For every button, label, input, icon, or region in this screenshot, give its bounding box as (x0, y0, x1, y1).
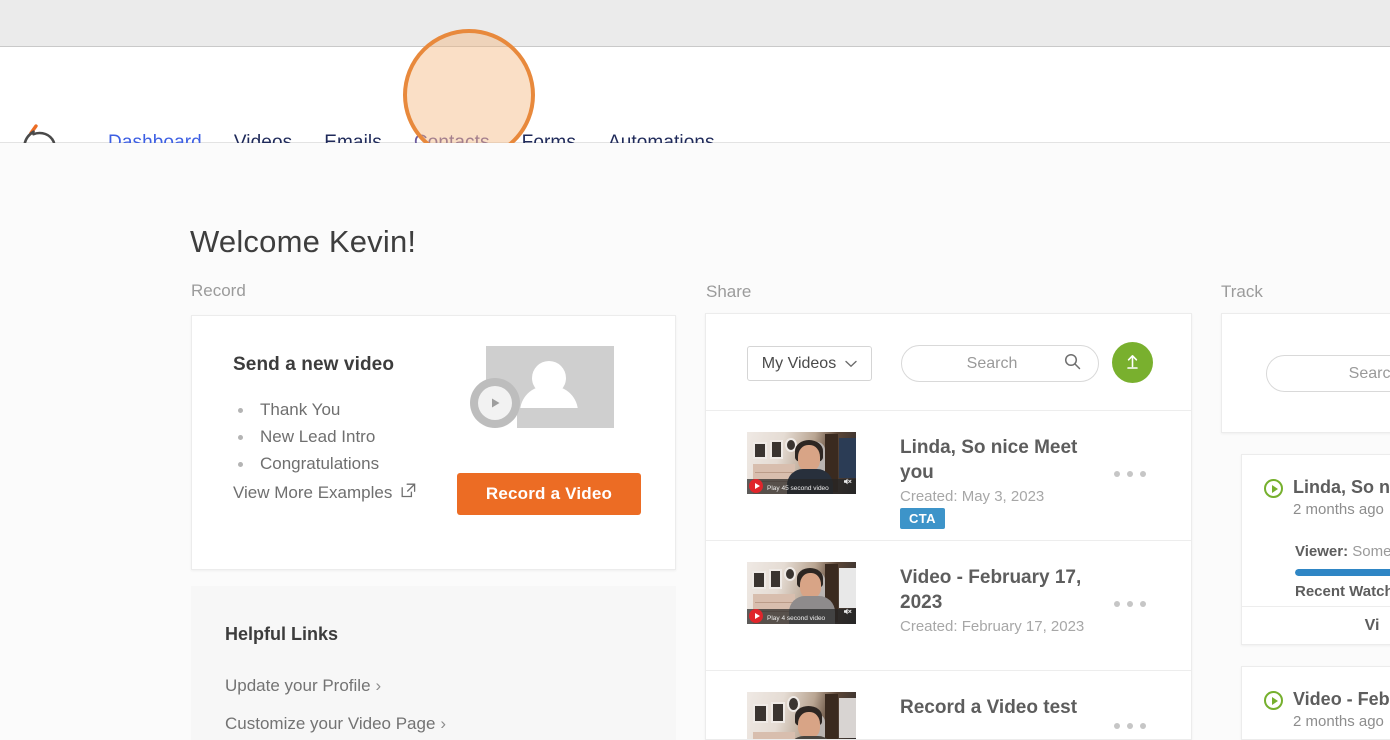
status-badge: CTA (900, 508, 945, 529)
share-toolbar: My Videos Search (706, 314, 1191, 411)
list-item: Thank You (233, 396, 394, 423)
upload-arrow-icon (1123, 352, 1142, 374)
chevron-right-icon: › (375, 676, 382, 695)
mute-icon (843, 603, 852, 621)
track-item[interactable]: Linda, So ni 2 months ago Viewer: Some R… (1241, 454, 1390, 645)
track-item-header: Linda, So ni 2 months ago (1264, 477, 1390, 518)
chevron-down-icon (845, 355, 857, 373)
send-a-new-video-title: Send a new video (233, 354, 395, 375)
record-column-label: Record (191, 281, 246, 300)
helpful-links-title: Helpful Links (225, 624, 339, 644)
view-more-examples-label: View More Examples (233, 483, 393, 502)
video-title[interactable]: Video - February 17, 2023 (900, 565, 1100, 615)
video-thumbnail-caption: Play 45 second video (767, 485, 829, 492)
track-search-input[interactable]: Search (1266, 355, 1390, 392)
helpful-link-customize-video-page[interactable]: Customize your Video Page › (225, 714, 446, 734)
helpful-link-update-profile[interactable]: Update your Profile › (225, 676, 381, 696)
helpful-link-label: Customize your Video Page (225, 714, 436, 733)
video-title[interactable]: Record a Video test (900, 695, 1100, 720)
video-thumbnail[interactable]: Play 45 second video (747, 432, 856, 494)
play-circle-icon[interactable] (1264, 479, 1283, 498)
search-icon (1064, 353, 1081, 375)
mute-icon (843, 473, 852, 491)
track-item[interactable]: Video - Feb 2 months ago (1241, 666, 1390, 740)
video-person-placeholder-icon (470, 346, 614, 428)
table-row[interactable]: Play 45 second video Linda, So nice Meet… (706, 411, 1191, 541)
track-item-viewer-name: Some (1352, 543, 1390, 560)
upload-video-button[interactable] (1112, 342, 1153, 383)
recent-watch-label: Recent Watch (1295, 583, 1390, 600)
record-card-text-block: Send a new video Thank You New Lead Intr… (233, 354, 394, 477)
record-a-video-button[interactable]: Record a Video (457, 473, 641, 515)
watch-progress-bar (1295, 569, 1390, 576)
video-thumbnail-caption: Play 4 second video (767, 615, 826, 622)
play-icon[interactable] (749, 609, 763, 623)
page-body: Welcome Kevin! Record Send a new video T… (0, 143, 1390, 740)
video-title[interactable]: Linda, So nice Meet you (900, 435, 1100, 485)
my-videos-dropdown-value: My Videos (761, 354, 837, 372)
track-item-viewer-label: Viewer: (1295, 543, 1349, 560)
video-thumbnail[interactable] (747, 692, 856, 739)
record-suggestion-list: Thank You New Lead Intro Congratulations (233, 396, 394, 477)
share-column-label: Share (706, 282, 752, 301)
top-navigation-bar: Dashboard Videos Emails Contacts Forms A… (0, 47, 1390, 162)
helpful-link-label: Update your Profile (225, 676, 371, 695)
more-options-icon[interactable] (1114, 471, 1146, 477)
track-item-title: Video - Feb (1293, 689, 1390, 709)
record-card: Send a new video Thank You New Lead Intr… (191, 315, 676, 570)
track-item-header: Video - Feb 2 months ago (1264, 689, 1390, 730)
track-item-timestamp: 2 months ago (1293, 501, 1384, 518)
track-item-timestamp: 2 months ago (1293, 713, 1384, 730)
play-icon[interactable] (749, 479, 763, 493)
video-created-date: Created: February 17, 2023 (900, 618, 1085, 635)
play-circle-icon[interactable] (1264, 691, 1283, 710)
table-row[interactable]: Record a Video test (706, 671, 1191, 739)
share-card: My Videos Search Play 45 second video Li… (705, 313, 1192, 740)
video-created-date: Created: May 3, 2023 (900, 488, 1045, 505)
external-link-icon (401, 483, 416, 503)
track-search-placeholder: Search (1348, 364, 1390, 382)
track-column-label: Track (1221, 282, 1263, 301)
more-options-icon[interactable] (1114, 601, 1146, 607)
view-more-examples-link[interactable]: View More Examples (233, 483, 416, 503)
chevron-right-icon: › (440, 714, 447, 733)
my-videos-dropdown[interactable]: My Videos (747, 346, 872, 381)
helpful-links-section: Helpful Links Update your Profile › Custo… (191, 586, 676, 740)
browser-chrome-bar (0, 0, 1390, 47)
video-thumbnail[interactable]: Play 4 second video (747, 562, 856, 624)
share-search-placeholder: Search (966, 354, 1018, 372)
table-row[interactable]: Play 4 second video Video - February 17,… (706, 541, 1191, 671)
app-root: Dashboard Videos Emails Contacts Forms A… (0, 0, 1390, 740)
track-search-card: Search (1221, 313, 1390, 433)
page-title: Welcome Kevin! (190, 224, 417, 259)
list-item: New Lead Intro (233, 423, 394, 450)
list-item: Congratulations (233, 450, 394, 477)
track-item-viewer: Viewer: Some (1295, 543, 1390, 560)
share-search-input[interactable]: Search (901, 345, 1099, 382)
track-item-title: Linda, So ni (1293, 477, 1390, 497)
more-options-icon[interactable] (1114, 723, 1146, 729)
track-item-view-button[interactable]: Vi (1242, 606, 1390, 644)
